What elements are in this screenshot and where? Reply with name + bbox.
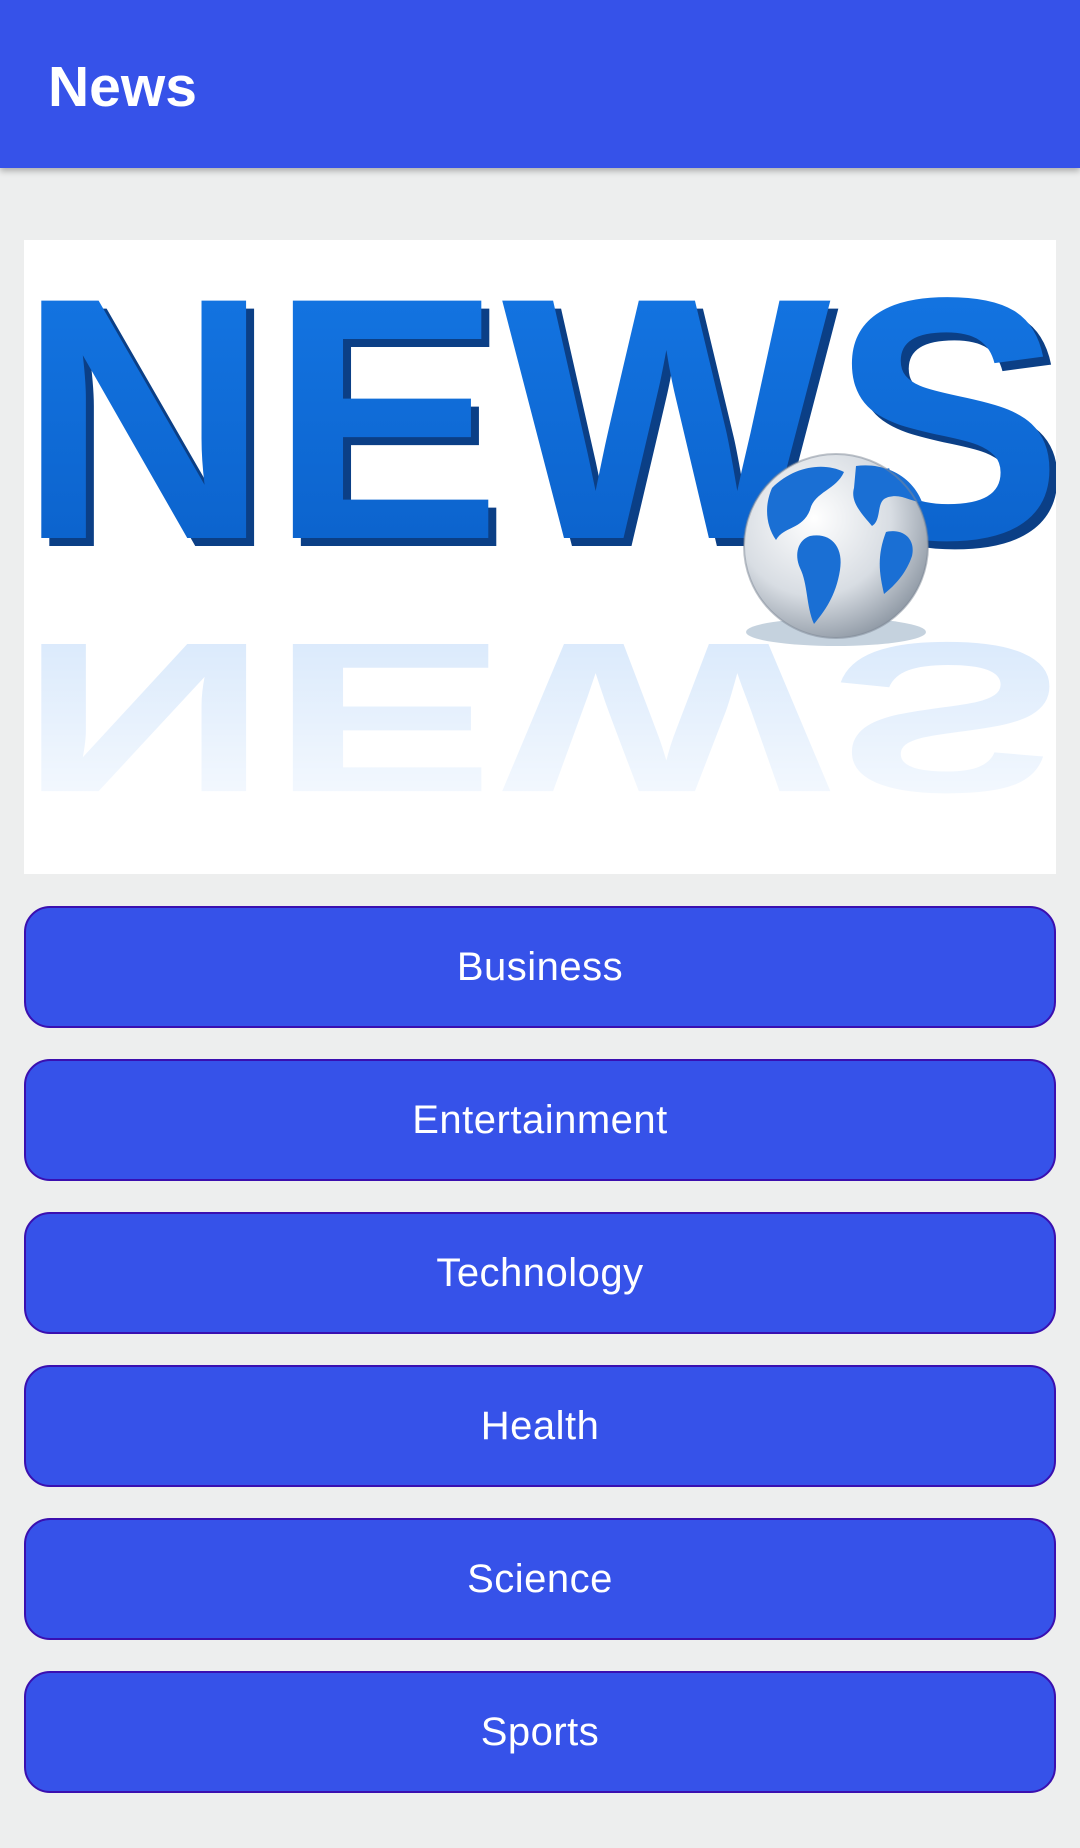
app-bar: News <box>0 0 1080 168</box>
category-button-entertainment[interactable]: Entertainment <box>24 1059 1056 1181</box>
category-button-sports[interactable]: Sports <box>24 1671 1056 1793</box>
app-title: News <box>48 55 197 119</box>
category-button-science[interactable]: Science <box>24 1518 1056 1640</box>
category-button-health[interactable]: Health <box>24 1365 1056 1487</box>
category-button-technology[interactable]: Technology <box>24 1212 1056 1334</box>
news-banner-image: NEWS NEWS NEWS <box>24 240 1056 874</box>
category-button-business[interactable]: Business <box>24 906 1056 1028</box>
globe-icon <box>743 453 929 639</box>
